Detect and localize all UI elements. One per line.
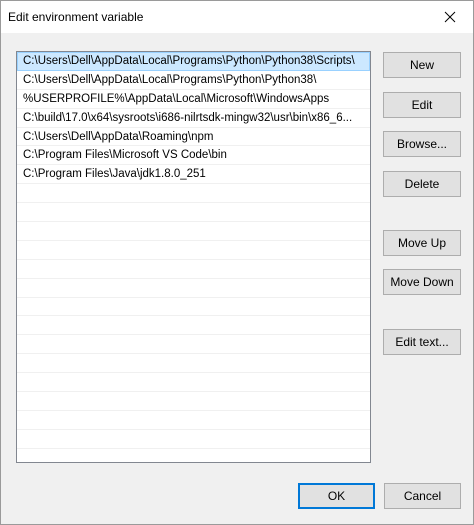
path-list-item[interactable]: C:\Program Files\Java\jdk1.8.0_251: [17, 165, 370, 185]
path-list-empty-row[interactable]: [17, 279, 370, 298]
path-list-item[interactable]: C:\Users\Dell\AppData\Local\Programs\Pyt…: [17, 52, 370, 71]
path-list-empty-row[interactable]: [17, 335, 370, 355]
path-list-empty-row[interactable]: [17, 373, 370, 393]
path-list-item[interactable]: C:\build\17.0\x64\sysroots\i686-nilrtsdk…: [17, 109, 370, 128]
dialog-title: Edit environment variable: [8, 10, 144, 24]
path-list-empty-row[interactable]: [17, 203, 370, 223]
edit-env-variable-dialog: Edit environment variable C:\Users\Dell\…: [0, 0, 474, 525]
title-bar: Edit environment variable: [1, 1, 473, 33]
path-list[interactable]: C:\Users\Dell\AppData\Local\Programs\Pyt…: [16, 51, 371, 463]
path-list-empty-row[interactable]: [17, 184, 370, 204]
close-button[interactable]: [427, 1, 473, 33]
path-list-empty-row[interactable]: [17, 316, 370, 336]
path-list-item[interactable]: C:\Users\Dell\AppData\Roaming\npm: [17, 128, 370, 147]
path-list-empty-row[interactable]: [17, 392, 370, 411]
path-list-empty-row[interactable]: [17, 354, 370, 374]
cancel-button[interactable]: Cancel: [384, 483, 461, 509]
close-icon: [444, 11, 456, 23]
path-list-empty-row[interactable]: [17, 222, 370, 241]
path-list-item[interactable]: C:\Program Files\Microsoft VS Code\bin: [17, 146, 370, 166]
path-list-empty-row[interactable]: [17, 298, 370, 317]
edit-button[interactable]: Edit: [383, 92, 461, 118]
new-button[interactable]: New: [383, 52, 461, 78]
edit-text-button[interactable]: Edit text...: [383, 329, 461, 355]
browse-button[interactable]: Browse...: [383, 131, 461, 157]
path-list-empty-row[interactable]: [17, 430, 370, 449]
move-up-button[interactable]: Move Up: [383, 230, 461, 256]
path-list-empty-row[interactable]: [17, 260, 370, 279]
move-down-button[interactable]: Move Down: [383, 269, 461, 295]
path-list-empty-row[interactable]: [17, 241, 370, 260]
path-list-item[interactable]: C:\Users\Dell\AppData\Local\Programs\Pyt…: [17, 71, 370, 90]
path-list-empty-row[interactable]: [17, 411, 370, 430]
path-list-item[interactable]: %USERPROFILE%\AppData\Local\Microsoft\Wi…: [17, 90, 370, 109]
ok-button[interactable]: OK: [298, 483, 375, 509]
delete-button[interactable]: Delete: [383, 171, 461, 197]
path-list-empty-row[interactable]: [17, 449, 370, 462]
